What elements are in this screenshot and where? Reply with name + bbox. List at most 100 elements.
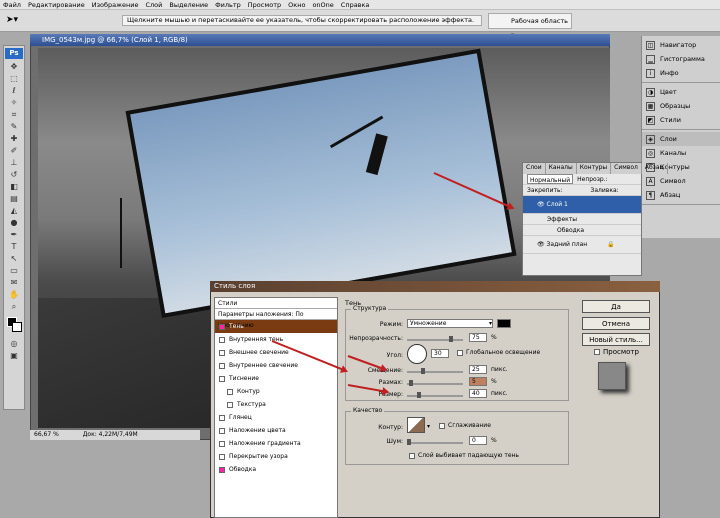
lasso-tool-icon[interactable]: ℓ	[6, 85, 22, 96]
dock-color[interactable]: ◑ Цвет	[642, 85, 720, 99]
spread-input[interactable]: 5	[469, 377, 487, 386]
document-title[interactable]: IMG_0543м.jpg @ 66,7% (Слой 1, RGB/8)	[30, 34, 610, 46]
shadow-color-swatch[interactable]	[497, 319, 511, 328]
eyedropper-tool-icon[interactable]: ✎	[6, 121, 22, 132]
distance-slider[interactable]	[407, 371, 463, 373]
style-color-overlay[interactable]: Наложение цвета	[215, 424, 337, 437]
style-texture[interactable]: Текстура	[215, 398, 337, 411]
spread-knob[interactable]	[409, 380, 413, 386]
type-tool-icon[interactable]: T	[6, 241, 22, 252]
noise-knob[interactable]	[407, 439, 411, 445]
dock-paragraph[interactable]: ¶ Абзац	[642, 188, 720, 202]
eye-icon[interactable]: 👁	[537, 201, 545, 208]
dialog-title[interactable]: Стиль слоя	[210, 281, 660, 292]
ok-button[interactable]: Да	[582, 300, 650, 313]
antialias-checkbox[interactable]	[439, 423, 445, 429]
tab-paragraph[interactable]: Абзац	[642, 163, 668, 174]
marquee-tool-icon[interactable]: ⬚	[6, 73, 22, 84]
menu-layer[interactable]: Слой	[145, 1, 162, 9]
spread-slider[interactable]	[407, 383, 463, 385]
contour-picker[interactable]	[407, 417, 425, 433]
dock-character[interactable]: A Символ	[642, 174, 720, 188]
pen-tool-icon[interactable]: ✒	[6, 229, 22, 240]
styles-header[interactable]: Стили	[215, 298, 337, 309]
contour-dropdown-icon[interactable]: ▾	[427, 423, 430, 430]
tab-channels[interactable]: Каналы	[546, 163, 577, 174]
cancel-button[interactable]: Отмена	[582, 317, 650, 330]
eraser-tool-icon[interactable]: ◧	[6, 181, 22, 192]
knockout-checkbox[interactable]	[409, 453, 415, 459]
tab-character[interactable]: Символ	[611, 163, 642, 174]
style-contour[interactable]: Контур	[215, 385, 337, 398]
color-swatches[interactable]	[4, 313, 24, 337]
path-select-icon[interactable]: ↖	[6, 253, 22, 264]
opacity-input[interactable]: 75	[469, 333, 487, 342]
new-style-button[interactable]: Новый стиль...	[582, 333, 650, 346]
opacity-knob[interactable]	[449, 336, 453, 342]
menu-edit[interactable]: Редактирование	[28, 1, 85, 9]
angle-input[interactable]: 30	[431, 349, 449, 358]
menu-filter[interactable]: Фильтр	[215, 1, 241, 9]
menu-window[interactable]: Окно	[288, 1, 305, 9]
preview-checkbox[interactable]	[594, 349, 600, 355]
stamp-tool-icon[interactable]: ⊥	[6, 157, 22, 168]
tab-paths[interactable]: Контуры	[577, 163, 612, 174]
angle-dial[interactable]	[407, 344, 427, 364]
zoom-readout[interactable]: 66,67 %	[34, 431, 59, 438]
size-knob[interactable]	[417, 392, 421, 398]
opacity-slider[interactable]	[407, 339, 463, 341]
layer-row-background[interactable]: 👁 Задний план 🔒	[523, 236, 641, 254]
dock-navigator[interactable]: ◫ Навигатор	[642, 38, 720, 52]
size-slider[interactable]	[407, 395, 463, 397]
menu-help[interactable]: Справка	[341, 1, 370, 9]
layer-row-layer1[interactable]: 👁 Слой 1	[523, 196, 641, 214]
stroke-effect-row[interactable]: Обводка	[523, 225, 641, 236]
style-bevel[interactable]: Тиснение	[215, 372, 337, 385]
zoom-tool-icon[interactable]: ⌕	[6, 301, 22, 312]
menu-select[interactable]: Выделение	[169, 1, 208, 9]
heal-tool-icon[interactable]: ✚	[6, 133, 22, 144]
notes-tool-icon[interactable]: ✉	[6, 277, 22, 288]
style-satin[interactable]: Глянец	[215, 411, 337, 424]
tab-layers[interactable]: Слои	[523, 163, 546, 174]
size-input[interactable]: 40	[469, 389, 487, 398]
style-outer-glow[interactable]: Внешнее свечение	[215, 346, 337, 359]
menu-image[interactable]: Изображение	[92, 1, 139, 9]
brush-tool-icon[interactable]: ✐	[6, 145, 22, 156]
dock-swatches[interactable]: ▦ Образцы	[642, 99, 720, 113]
style-stroke[interactable]: Обводка	[215, 463, 337, 476]
distance-knob[interactable]	[421, 368, 425, 374]
menu-file[interactable]: Файл	[3, 1, 21, 9]
dock-styles[interactable]: ◩ Стили	[642, 113, 720, 127]
noise-slider[interactable]	[407, 442, 463, 444]
eye-icon[interactable]: 👁	[537, 241, 545, 248]
effects-row[interactable]: Эффекты	[523, 214, 641, 225]
blend-mode-select[interactable]: Нормальный	[527, 174, 574, 184]
wand-tool-icon[interactable]: ✧	[6, 97, 22, 108]
style-gradient-overlay[interactable]: Наложение градиента	[215, 437, 337, 450]
dock-info[interactable]: i Инфо	[642, 66, 720, 80]
quickmask-icon[interactable]: ◎	[6, 338, 22, 349]
workspace-dropdown[interactable]: Рабочая область ▾	[488, 13, 572, 39]
hand-tool-icon[interactable]: ✋	[6, 289, 22, 300]
menu-view[interactable]: Просмотр	[248, 1, 281, 9]
blur-tool-icon[interactable]: ◭	[6, 205, 22, 216]
shape-tool-icon[interactable]: ▭	[6, 265, 22, 276]
dock-layers[interactable]: ◈ Слои	[642, 132, 720, 146]
style-pattern-overlay[interactable]: Перекрытие узора	[215, 450, 337, 463]
gradient-tool-icon[interactable]: ▤	[6, 193, 22, 204]
move-tool-icon[interactable]: ✥	[6, 61, 22, 72]
dock-histogram[interactable]: ▁ Гистограмма	[642, 52, 720, 66]
style-drop-shadow[interactable]: Тень	[215, 320, 337, 333]
blend-defaults[interactable]: Параметры наложения: По умолчанию	[215, 309, 337, 329]
distance-input[interactable]: 25	[469, 365, 487, 374]
screen-mode-icon[interactable]: ▣	[6, 350, 22, 361]
crop-tool-icon[interactable]: ⌗	[6, 109, 22, 120]
move-tool-icon[interactable]: ➤▾	[6, 15, 18, 25]
dock-channels[interactable]: ◎ Каналы	[642, 146, 720, 160]
history-brush-icon[interactable]: ↺	[6, 169, 22, 180]
dodge-tool-icon[interactable]: ●	[6, 217, 22, 228]
global-light-checkbox[interactable]	[457, 350, 463, 356]
noise-input[interactable]: 0	[469, 436, 487, 445]
blend-mode-select[interactable]: Умножение ▾	[407, 319, 493, 328]
